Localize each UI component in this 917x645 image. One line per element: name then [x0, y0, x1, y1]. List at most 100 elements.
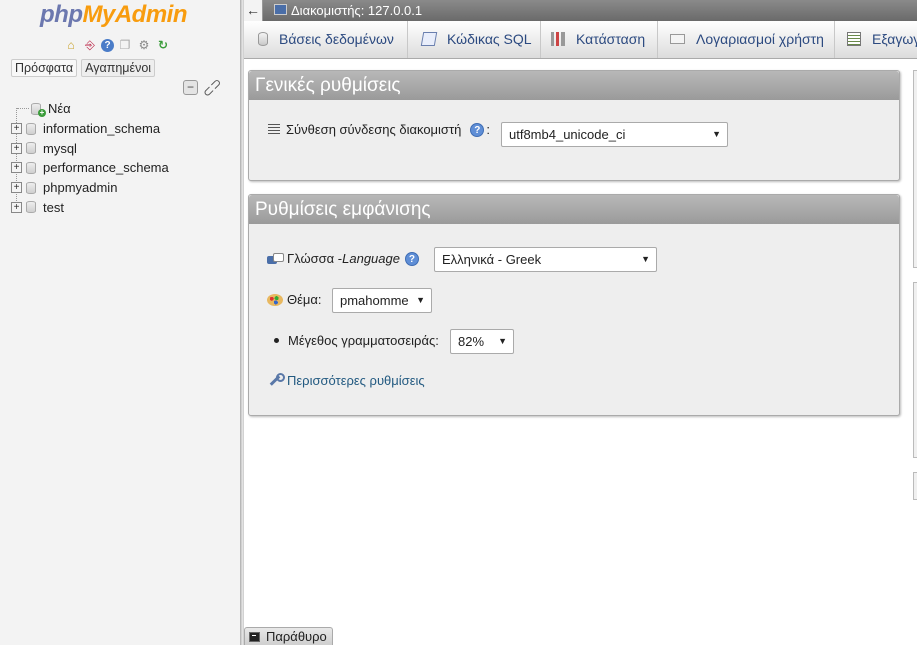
- collation-label: Σύνθεση σύνδεσης διακομιστή: [286, 122, 462, 137]
- tab-sql[interactable]: Κώδικας SQL: [408, 21, 541, 58]
- tab-label: Κώδικας SQL: [447, 31, 532, 47]
- collation-row: Σύνθεση σύνδεσης διακομιστή ? :: [268, 122, 490, 137]
- console-icon: [249, 631, 260, 642]
- tree-item-mysql[interactable]: + mysql: [9, 138, 237, 158]
- font-size-row: Μέγεθος γραμματοσειράς:: [274, 333, 439, 348]
- favorites-tab[interactable]: Αγαπημένοι: [81, 59, 156, 77]
- language-row: Γλώσσα - Language ?: [267, 251, 419, 266]
- phpmyadmin-logo[interactable]: phpMyAdmin: [40, 0, 187, 30]
- export-icon: [847, 32, 861, 46]
- expand-icon[interactable]: +: [11, 142, 22, 154]
- tree-tools: − ⊂⊃: [183, 74, 225, 101]
- nav-tabs: Πρόσφατα Αγαπημένοι: [11, 59, 156, 77]
- help-icon[interactable]: ?: [101, 39, 114, 52]
- tree-item-label[interactable]: mysql: [43, 141, 77, 156]
- theme-select[interactable]: pmahomme ▼: [332, 288, 432, 313]
- font-size-label: Μέγεθος γραμματοσειράς:: [288, 333, 439, 348]
- help-icon[interactable]: ?: [470, 122, 485, 137]
- language-select[interactable]: Ελληνικά - Greek ▼: [434, 247, 657, 272]
- tree-branch: [17, 108, 29, 110]
- server-breadcrumb[interactable]: Διακομιστής: 127.0.0.1: [291, 3, 422, 18]
- tab-export[interactable]: Εξαγωγή: [835, 21, 917, 58]
- chevron-down-icon: ▼: [416, 295, 425, 305]
- expand-icon[interactable]: +: [11, 123, 22, 135]
- chevron-down-icon: ▼: [498, 336, 507, 346]
- general-settings-panel: Γενικές ρυθμίσεις Σύνθεση σύνδεσης διακο…: [248, 70, 900, 181]
- tree-item-test[interactable]: + test: [9, 197, 237, 217]
- help-icon[interactable]: ?: [404, 251, 419, 266]
- exit-icon[interactable]: ⎆: [82, 37, 98, 53]
- tree-item-label[interactable]: information_schema: [43, 121, 160, 136]
- collation-icon: [268, 124, 280, 135]
- bullet: [274, 338, 279, 343]
- new-database-icon: +: [31, 102, 46, 117]
- theme-label: Θέμα:: [287, 292, 322, 307]
- tab-label: Λογαριασμοί χρήστη: [696, 31, 824, 47]
- appearance-settings-panel: Ρυθμίσεις εμφάνισης Γλώσσα - Language ? …: [248, 194, 900, 416]
- reload-icon[interactable]: ↻: [155, 37, 171, 53]
- tree-item-new[interactable]: + Νέα: [9, 99, 237, 119]
- tab-label: Κατάσταση: [576, 31, 646, 47]
- tree-item-label[interactable]: Νέα: [48, 101, 71, 116]
- theme-row: Θέμα:: [267, 292, 322, 307]
- tree-item-phpmyadmin[interactable]: + phpmyadmin: [9, 178, 237, 198]
- database-tree: + Νέα + information_schema + mysql + per…: [9, 99, 237, 217]
- expand-icon[interactable]: +: [11, 201, 22, 213]
- sql-icon: [420, 32, 438, 46]
- colon: :: [486, 122, 490, 137]
- nav-resize-handle[interactable]: [240, 0, 244, 645]
- recent-tab[interactable]: Πρόσφατα: [11, 59, 78, 77]
- collapse-all-icon[interactable]: −: [183, 80, 198, 95]
- navigation-panel: phpMyAdmin ⌂ ⎆ ? ❐ ⚙ ↻ Πρόσφατα Αγαπημέν…: [0, 0, 240, 645]
- database-icon: [26, 201, 36, 214]
- tab-label: Εξαγωγή: [872, 31, 917, 47]
- more-settings-row: Περισσότερες ρυθμίσεις: [267, 372, 425, 388]
- status-chart-icon: [551, 32, 565, 46]
- collation-select[interactable]: utf8mb4_unicode_ci ▼: [501, 122, 728, 147]
- collapse-nav-arrow-icon[interactable]: ←: [244, 0, 263, 21]
- language-value: Ελληνικά - Greek: [442, 252, 542, 267]
- home-icon[interactable]: ⌂: [63, 37, 79, 53]
- server-icon: [274, 4, 287, 15]
- docs-icon[interactable]: ❐: [117, 37, 133, 53]
- tab-status[interactable]: Κατάσταση: [541, 21, 658, 58]
- tab-label: Βάσεις δεδομένων: [279, 31, 394, 47]
- nav-icon-bar: ⌂ ⎆ ? ❐ ⚙ ↻: [63, 37, 171, 53]
- language-label: Γλώσσα -: [287, 251, 343, 266]
- database-icon: [258, 32, 268, 46]
- language-icon: [267, 252, 284, 266]
- language-label-en: Language: [342, 251, 400, 266]
- wrench-icon: [267, 372, 285, 388]
- console-toggle[interactable]: Παράθυρο: [244, 627, 333, 645]
- theme-value: pmahomme: [340, 293, 409, 308]
- right-panel-edge: [913, 472, 917, 500]
- console-label: Παράθυρο: [266, 629, 327, 644]
- database-icon: [26, 142, 36, 155]
- settings-gear-icon[interactable]: ⚙: [136, 37, 152, 53]
- expand-icon[interactable]: +: [11, 162, 22, 174]
- collation-value: utf8mb4_unicode_ci: [509, 127, 626, 142]
- logo-php: php: [40, 1, 83, 28]
- main-tabs: Βάσεις δεδομένων Κώδικας SQL Κατάσταση Λ…: [244, 21, 917, 59]
- top-breadcrumb-bar: ← Διακομιστής: 127.0.0.1: [244, 0, 917, 21]
- more-settings-link[interactable]: Περισσότερες ρυθμίσεις: [287, 373, 425, 388]
- right-panel-edge: [913, 70, 917, 268]
- chevron-down-icon: ▼: [641, 254, 650, 264]
- tree-item-performance-schema[interactable]: + performance_schema: [9, 158, 237, 178]
- tree-item-information-schema[interactable]: + information_schema: [9, 119, 237, 139]
- database-icon: [26, 181, 36, 194]
- font-size-select[interactable]: 82% ▼: [450, 329, 514, 354]
- tree-item-label[interactable]: phpmyadmin: [43, 180, 117, 195]
- database-icon: [26, 161, 36, 174]
- database-icon: [26, 122, 36, 135]
- link-with-main-icon[interactable]: ⊂⊃: [199, 74, 225, 100]
- panel-title: Γενικές ρυθμίσεις: [249, 71, 899, 100]
- tab-databases[interactable]: Βάσεις δεδομένων: [244, 21, 408, 58]
- expand-icon[interactable]: +: [11, 182, 22, 194]
- right-panel-edge: [913, 282, 917, 458]
- chevron-down-icon: ▼: [712, 129, 721, 139]
- tab-user-accounts[interactable]: Λογαριασμοί χρήστη: [658, 21, 835, 58]
- tree-item-label[interactable]: test: [43, 200, 64, 215]
- tree-item-label[interactable]: performance_schema: [43, 160, 169, 175]
- logo-myadmin: MyAdmin: [82, 1, 187, 28]
